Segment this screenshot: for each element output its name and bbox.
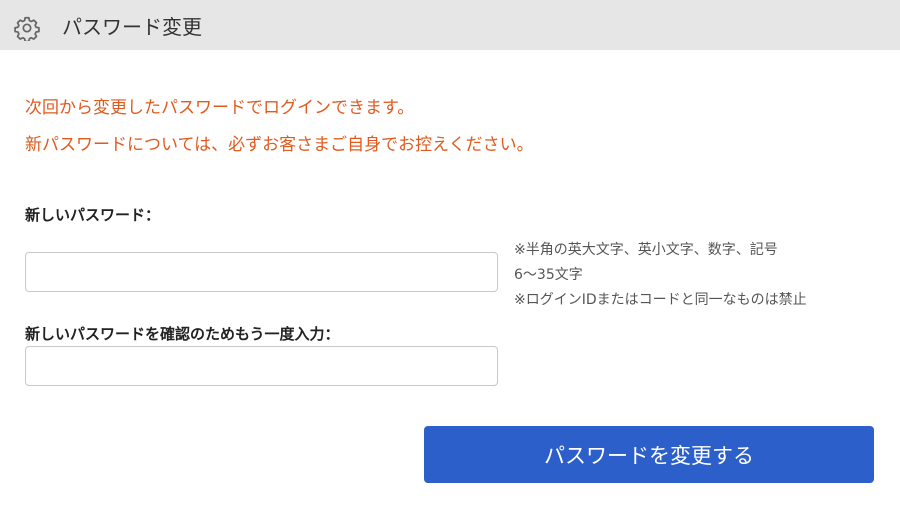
new-password-label: 新しいパスワード： xyxy=(25,206,161,224)
new-password-field[interactable] xyxy=(25,252,498,292)
gear-icon xyxy=(14,15,40,43)
notice-line-2: 新パスワードについては、必ずお客さまご自身でお控えください。 xyxy=(25,135,534,155)
password-hint-restriction: ※ログインIDまたはコードと同一なものは禁止 xyxy=(514,292,807,308)
password-hint-length: 6〜35文字 xyxy=(514,267,583,283)
confirm-password-label: 新しいパスワードを確認のためもう一度入力： xyxy=(25,325,340,343)
change-password-button[interactable]: パスワードを変更する xyxy=(424,426,874,483)
notice-line-1: 次回から変更したパスワードでログインできます。 xyxy=(25,98,415,118)
password-hint-charset: ※半角の英大文字、英小文字、数字、記号 xyxy=(514,242,778,258)
page-header: パスワード変更 xyxy=(0,0,900,50)
confirm-password-field[interactable] xyxy=(25,346,498,386)
page-title: パスワード変更 xyxy=(62,15,202,39)
